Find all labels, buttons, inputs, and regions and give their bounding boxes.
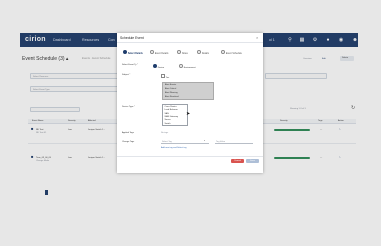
- schedule-event-modal: Schedule Event × Select Details Event De…: [117, 33, 263, 173]
- radio-icon: [153, 64, 158, 69]
- tab-event-details[interactable]: Event Details: [150, 50, 168, 55]
- source-type-device[interactable]: Device: [153, 64, 164, 70]
- change-tags-label: Change Tags: [122, 141, 135, 143]
- device-type-item[interactable]: Load Balancer: [165, 109, 178, 112]
- tab-event-schedule-label: Event Schedule: [225, 53, 242, 56]
- applied-tags-value: No tags: [161, 132, 169, 134]
- source-type-label: Select Event Ty *: [122, 64, 138, 66]
- checkbox-icon: [161, 74, 166, 79]
- select-tag-placeholder: Select Tag: [162, 140, 172, 143]
- device-type-item[interactable]: SAN: [165, 113, 169, 116]
- subject-checkbox[interactable]: Yes: [161, 74, 169, 80]
- tab-notes[interactable]: Notes: [177, 50, 188, 55]
- radio-icon: [221, 50, 226, 55]
- source-type-environment-label: Environment: [183, 67, 196, 70]
- source-type-device-label: Device: [157, 67, 165, 70]
- tab-notes-label: Notes: [181, 53, 188, 56]
- subject-value: Yes: [165, 77, 170, 80]
- tab-details-label: Details: [201, 53, 209, 56]
- select-tag-dropdown[interactable]: Select Tag ▾: [161, 139, 209, 144]
- tab-select-details-label: Select Details: [127, 53, 143, 56]
- tab-details[interactable]: Details: [197, 50, 209, 55]
- radio-icon: [179, 64, 184, 69]
- source-type-environment[interactable]: Environment: [179, 64, 195, 70]
- tab-event-schedule[interactable]: Event Schedule: [221, 50, 242, 55]
- radio-icon: [150, 50, 155, 55]
- event-listbox[interactable]: Alert Events Alert Critical Alert Warnin…: [162, 82, 214, 100]
- device-type-listbox[interactable]: Cisco Router Load Balancer SAN WAN Gatew…: [162, 104, 188, 126]
- modal-title: Schedule Event: [120, 36, 144, 40]
- subject-label: Subject *: [122, 74, 131, 76]
- tab-select-details[interactable]: Select Details: [123, 50, 143, 55]
- radio-icon: [177, 50, 182, 55]
- radio-icon: [123, 50, 128, 55]
- listbox-item[interactable]: Alert Critical: [165, 88, 176, 91]
- listbox-item[interactable]: Alert Warning: [165, 92, 178, 95]
- tab-event-details-label: Event Details: [154, 53, 169, 56]
- chevron-down-icon: ▾: [204, 140, 206, 142]
- listbox-item[interactable]: Alert Events: [165, 84, 176, 87]
- save-button[interactable]: Save: [246, 159, 259, 163]
- device-type-item[interactable]: Switch: [165, 123, 171, 126]
- listbox-item[interactable]: Alert Resolved: [165, 96, 179, 99]
- add-tag-link[interactable]: Add new tag and Select tag: [161, 147, 186, 150]
- device-type-label: Device Type *: [122, 106, 135, 108]
- cancel-button[interactable]: Cancel: [231, 159, 244, 163]
- tag-value-placeholder: Tag Value: [216, 140, 226, 143]
- radio-icon: [197, 50, 202, 55]
- device-type-item[interactable]: Server: [165, 119, 171, 122]
- mouse-cursor-icon: ➤: [186, 111, 191, 117]
- applied-tags-label: Applied Tags: [122, 132, 134, 134]
- close-icon[interactable]: ×: [256, 35, 258, 40]
- tag-value-input[interactable]: Tag Value: [215, 139, 253, 144]
